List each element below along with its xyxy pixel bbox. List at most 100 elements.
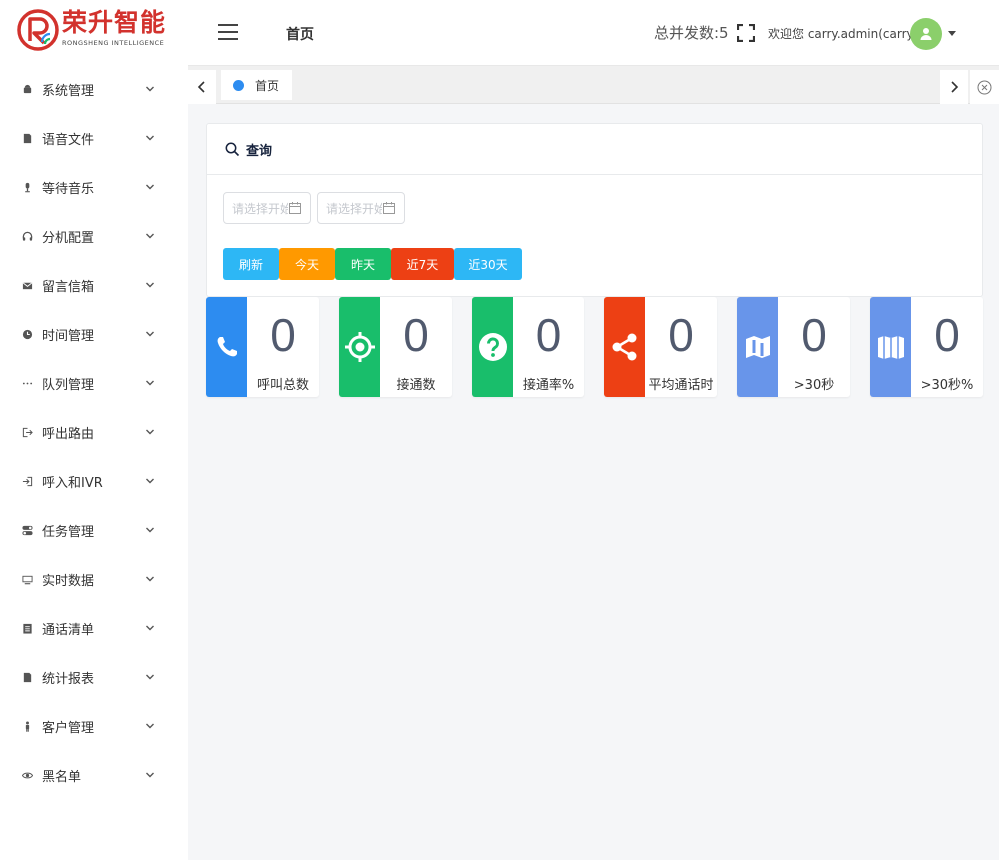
- chevron-down-icon[interactable]: [145, 328, 155, 338]
- chevron-down-icon[interactable]: [145, 573, 155, 583]
- sidebar-item-label: 统计报表: [42, 672, 95, 687]
- sidebar-item-label: 分机配置: [42, 231, 95, 246]
- chevron-down-icon[interactable]: [145, 230, 155, 240]
- target-icon: [344, 332, 375, 362]
- sidebar-item-label: 系统管理: [42, 84, 95, 99]
- search-icon: [225, 142, 240, 156]
- tab-bar: 首页: [188, 66, 999, 104]
- logo-mark-icon: [17, 9, 59, 51]
- tab-home[interactable]: 首页: [221, 70, 292, 100]
- report-icon: [20, 671, 34, 685]
- chevron-down-icon[interactable]: [145, 671, 155, 681]
- chevron-right-icon: [951, 81, 959, 93]
- sidebar-item[interactable]: 呼出路由: [0, 408, 188, 457]
- today-button[interactable]: 今天: [279, 248, 335, 280]
- fullscreen-icon[interactable]: [737, 24, 755, 42]
- sidebar-item[interactable]: 黑名单: [0, 751, 188, 800]
- sidebar-item[interactable]: 呼入和IVR: [0, 457, 188, 506]
- sidebar-item[interactable]: 语音文件: [0, 114, 188, 163]
- brand-subtitle: RONGSHENG INTELLIGENCE: [62, 39, 165, 47]
- stat-value: 0: [535, 309, 562, 361]
- sidebar-item[interactable]: 留言信箱: [0, 261, 188, 310]
- tab-scroll-right[interactable]: [940, 70, 968, 104]
- ellipsis-icon: [20, 377, 34, 391]
- sidebar-item-label: 呼入和IVR: [42, 476, 103, 491]
- stat-label: 呼叫总数: [256, 378, 309, 393]
- caret-down-icon[interactable]: [948, 31, 956, 36]
- chevron-down-icon[interactable]: [145, 83, 155, 93]
- microphone-icon: [20, 181, 34, 195]
- eye-icon: [20, 769, 34, 783]
- stat-card-over-30s: 0 >30秒: [737, 297, 850, 397]
- chevron-down-icon[interactable]: [145, 377, 155, 387]
- stat-value: 0: [934, 309, 960, 361]
- page-title[interactable]: 首页: [286, 24, 314, 44]
- end-date-placeholder: 请选择开始时间: [326, 201, 382, 216]
- stat-label: 接通率%: [522, 378, 575, 393]
- brand-logo[interactable]: 荣升智能 RONGSHENG INTELLIGENCE: [16, 8, 176, 52]
- sidebar-item[interactable]: 等待音乐: [0, 163, 188, 212]
- chevron-down-icon[interactable]: [145, 720, 155, 730]
- chevron-down-icon[interactable]: [145, 622, 155, 632]
- user-icon: [920, 28, 932, 40]
- chevron-down-icon[interactable]: [145, 524, 155, 534]
- phone-icon: [217, 337, 237, 357]
- sidebar-item[interactable]: 统计报表: [0, 653, 188, 702]
- calendar-icon: [383, 202, 395, 214]
- stat-value: 0: [668, 309, 694, 361]
- stat-value: 0: [801, 309, 827, 361]
- stat-icon-box: [472, 297, 513, 397]
- yesterday-button[interactable]: 昨天: [335, 248, 391, 280]
- document-icon: [20, 132, 34, 146]
- chevron-left-icon: [197, 81, 205, 93]
- sidebar-item[interactable]: 系统管理: [0, 65, 188, 114]
- sign-in-icon: [20, 475, 34, 489]
- stat-icon-box: [870, 297, 911, 397]
- last-30-days-button[interactable]: 近30天: [454, 248, 522, 280]
- chevron-down-icon[interactable]: [145, 279, 155, 289]
- chevron-down-icon[interactable]: [145, 132, 155, 142]
- end-date-picker[interactable]: 请选择开始时间: [317, 192, 405, 224]
- close-circle-icon: [977, 80, 992, 94]
- chevron-down-icon[interactable]: [145, 426, 155, 436]
- concurrency-count: 总并发数:5: [654, 24, 729, 42]
- avatar[interactable]: [910, 18, 942, 50]
- mail-icon: [20, 279, 34, 293]
- headset-icon: [20, 230, 34, 244]
- tab-scroll-left[interactable]: [188, 70, 216, 104]
- sidebar-item[interactable]: 通话清单: [0, 604, 188, 653]
- sidebar-item[interactable]: 队列管理: [0, 359, 188, 408]
- sidebar-item-label: 等待音乐: [42, 182, 95, 197]
- tab-label: 首页: [255, 78, 280, 93]
- sidebar-item[interactable]: 客户管理: [0, 702, 188, 751]
- close-all-tabs[interactable]: [970, 70, 999, 104]
- sidebar-item[interactable]: 实时数据: [0, 555, 188, 604]
- android-icon: [20, 83, 34, 97]
- sidebar-item[interactable]: 时间管理: [0, 310, 188, 359]
- menu-toggle-icon[interactable]: [218, 24, 238, 40]
- question-icon: [478, 333, 507, 361]
- calendar-icon: [289, 202, 301, 214]
- stat-value: 0: [270, 309, 296, 361]
- stat-label: >30秒: [793, 378, 835, 393]
- start-date-picker[interactable]: 请选择开始时间: [223, 192, 311, 224]
- chevron-down-icon[interactable]: [145, 181, 155, 191]
- person-icon: [20, 720, 34, 734]
- sidebar-item[interactable]: 分机配置: [0, 212, 188, 261]
- stat-card-avg-duration: 0 平均通话时: [604, 297, 717, 397]
- refresh-button[interactable]: 刷新: [223, 248, 279, 280]
- sidebar-item[interactable]: 任务管理: [0, 506, 188, 555]
- last-7-days-button[interactable]: 近7天: [391, 248, 454, 280]
- chevron-down-icon[interactable]: [145, 475, 155, 485]
- start-date-placeholder: 请选择开始时间: [232, 201, 288, 216]
- stat-card-total-calls: 0 呼叫总数: [206, 297, 319, 397]
- sidebar-menu: 系统管理语音文件等待音乐分机配置留言信箱 时间管理 队列管理呼出路由呼入和IVR 任务…: [0, 65, 188, 800]
- tab-active-dot: [233, 79, 244, 91]
- stat-value: 0: [403, 309, 429, 361]
- chevron-down-icon[interactable]: [145, 769, 155, 779]
- query-title: 查询: [246, 143, 273, 159]
- sidebar-item-label: 客户管理: [42, 721, 95, 736]
- sidebar-item-label: 呼出路由: [42, 427, 95, 442]
- top-header: 首页 总并发数:5 欢迎您 carry.admin(carryf): [188, 0, 999, 66]
- sidebar-item-label: 黑名单: [42, 770, 82, 785]
